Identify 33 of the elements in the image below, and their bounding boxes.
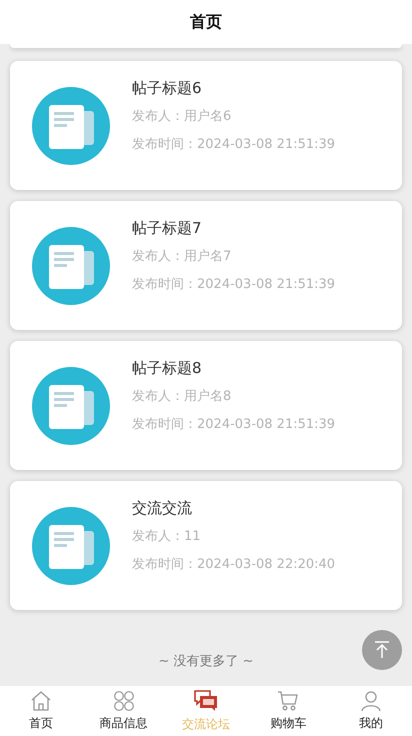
post-card[interactable]: 帖子标题7 发布人：用户名7 发布时间：2024-03-08 21:51:39 (10, 201, 402, 330)
grid-icon (112, 690, 135, 712)
post-card[interactable]: 交流交流 发布人：11 发布时间：2024-03-08 22:20:40 (10, 481, 402, 610)
post-author: 发布人：用户名6 (132, 108, 232, 126)
arrow-up-icon (372, 640, 392, 660)
post-card[interactable]: 帖子标题6 发布人：用户名6 发布时间：2024-03-08 21:51:39 (10, 61, 402, 190)
post-author: 发布人：用户名7 (132, 248, 232, 266)
cart-icon (277, 690, 300, 712)
end-of-list-text: ~ 没有更多了 ~ (158, 653, 254, 671)
tab-item[interactable]: 商品信息 (82, 686, 165, 736)
document-icon (32, 506, 110, 584)
document-icon (32, 86, 110, 164)
document-icon (32, 366, 110, 444)
tab-item[interactable]: 我的 (330, 686, 412, 736)
tab-item[interactable]: 购物车 (247, 686, 330, 736)
page-title: 首页 (190, 11, 222, 33)
user-icon (360, 690, 382, 712)
post-time: 发布时间：2024-03-08 21:51:39 (132, 416, 336, 434)
chat-icon (194, 689, 218, 713)
post-title: 帖子标题7 (132, 218, 203, 238)
post-author: 发布人：用户名8 (132, 388, 232, 406)
post-title: 交流交流 (132, 498, 193, 518)
home-icon (30, 690, 52, 712)
tab-item[interactable]: 首页 (0, 686, 82, 736)
back-to-top-button[interactable] (362, 630, 402, 670)
post-time: 发布时间：2024-03-08 21:51:39 (132, 136, 336, 154)
post-title: 帖子标题6 (132, 78, 203, 98)
post-time: 发布时间：2024-03-08 21:51:39 (132, 276, 336, 294)
post-title: 帖子标题8 (132, 358, 203, 378)
post-card[interactable]: 帖子标题8 发布人：用户名8 发布时间：2024-03-08 21:51:39 (10, 341, 402, 470)
post-time: 发布时间：2024-03-08 22:20:40 (132, 556, 336, 574)
post-author: 发布人：11 (132, 528, 202, 546)
document-icon (32, 226, 110, 304)
